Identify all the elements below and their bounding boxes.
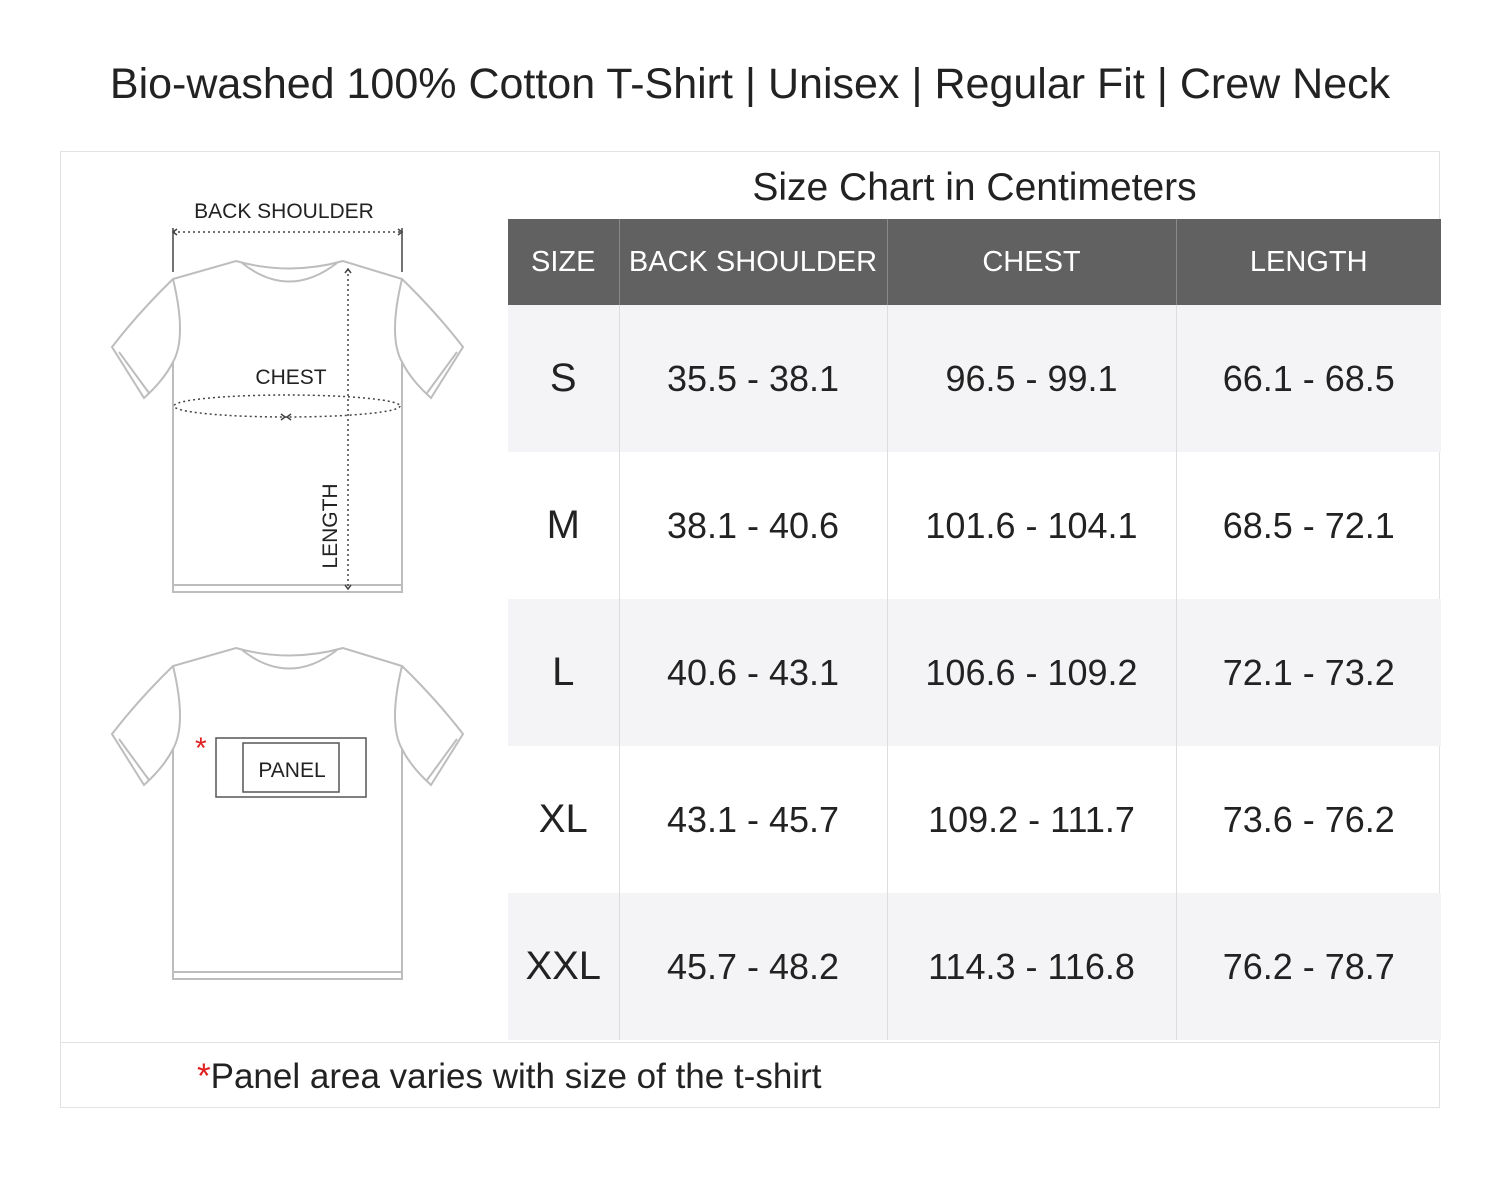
panel-label: PANEL: [258, 759, 325, 782]
chest-cell: 101.6 - 104.1: [887, 452, 1177, 599]
chest-label: CHEST: [255, 366, 326, 389]
table-row: XL 43.1 - 45.7 109.2 - 111.7 73.6 - 76.2: [508, 746, 1441, 893]
length-cell: 68.5 - 72.1: [1222, 504, 1395, 546]
table-row: XXL 45.7 - 48.2 114.3 - 116.8 76.2 - 78.…: [508, 893, 1441, 1040]
size-cell: M: [508, 452, 620, 599]
chest-cell: 96.5 - 99.1: [887, 305, 1177, 452]
footnote: *Panel area varies with size of the t-sh…: [61, 1042, 1439, 1107]
footnote-text: *Panel area varies with size of the t-sh…: [197, 1057, 821, 1097]
length-label: LENGTH: [319, 483, 342, 568]
size-cell: XXL: [508, 893, 620, 1040]
size-guide-card: BACK SHOULDER CHEST LENGTH PANEL * Size …: [60, 151, 1441, 1108]
size-chart-panel: Size Chart in Centimeters SIZE BACK SHOU…: [508, 152, 1441, 1042]
back-shoulder-cell: 45.7 - 48.2: [619, 893, 888, 1040]
back-shoulder-label: BACK SHOULDER: [194, 200, 374, 223]
back-shoulder-cell: 40.6 - 43.1: [619, 599, 888, 746]
size-cell: L: [508, 599, 620, 746]
back-shoulder-cell: 35.5 - 38.1: [619, 305, 888, 452]
header-chest: CHEST: [887, 219, 1177, 305]
chest-cell: 114.3 - 116.8: [887, 893, 1177, 1040]
tshirt-measure-icon: [110, 259, 465, 593]
table-row: L 40.6 - 43.1 106.6 - 109.2 72.1 - 73.2: [508, 599, 1441, 746]
table-row: S 35.5 - 38.1 96.5 - 99.1 66.1 - 68.5: [508, 305, 1441, 452]
header-back-shoulder: BACK SHOULDER: [619, 219, 888, 305]
tshirt-diagram-svg: BACK SHOULDER CHEST LENGTH PANEL *: [110, 200, 465, 980]
footnote-asterisk: *: [197, 1057, 211, 1096]
measurement-guides: [173, 231, 402, 589]
length-cell: 72.1 - 73.2: [1176, 599, 1441, 746]
length-cell: 76.2 - 78.7: [1176, 893, 1441, 1040]
tshirt-panel-icon: [110, 646, 465, 980]
chest-cell: 109.2 - 111.7: [887, 746, 1177, 893]
back-shoulder-cell: 43.1 - 45.7: [619, 746, 888, 893]
size-cell: XL: [508, 746, 620, 893]
size-chart-title: Size Chart in Centimeters: [752, 166, 1197, 209]
footnote-message: Panel area varies with size of the t-shi…: [210, 1057, 822, 1096]
chest-cell: 106.6 - 109.2: [887, 599, 1177, 746]
table-row: M 38.1 - 40.6 101.6 - 104.1 68.5 - 72.1: [508, 452, 1441, 599]
back-shoulder-cell: 38.1 - 40.6: [619, 452, 888, 599]
size-table-header-row: SIZE BACK SHOULDER CHEST LENGTH: [508, 219, 1441, 305]
header-length: LENGTH: [1176, 219, 1441, 305]
panel-asterisk: *: [195, 732, 207, 765]
page-title: Bio-washed 100% Cotton T-Shirt | Unisex …: [109, 60, 1391, 108]
tshirt-diagrams: BACK SHOULDER CHEST LENGTH PANEL *: [61, 152, 508, 1042]
length-cell: 73.6 - 76.2: [1222, 798, 1395, 840]
header-size: SIZE: [508, 219, 620, 305]
size-table: SIZE BACK SHOULDER CHEST LENGTH S 35.5 -…: [508, 219, 1441, 1040]
length-cell: 66.1 - 68.5: [1176, 305, 1441, 452]
size-cell: S: [508, 305, 620, 452]
